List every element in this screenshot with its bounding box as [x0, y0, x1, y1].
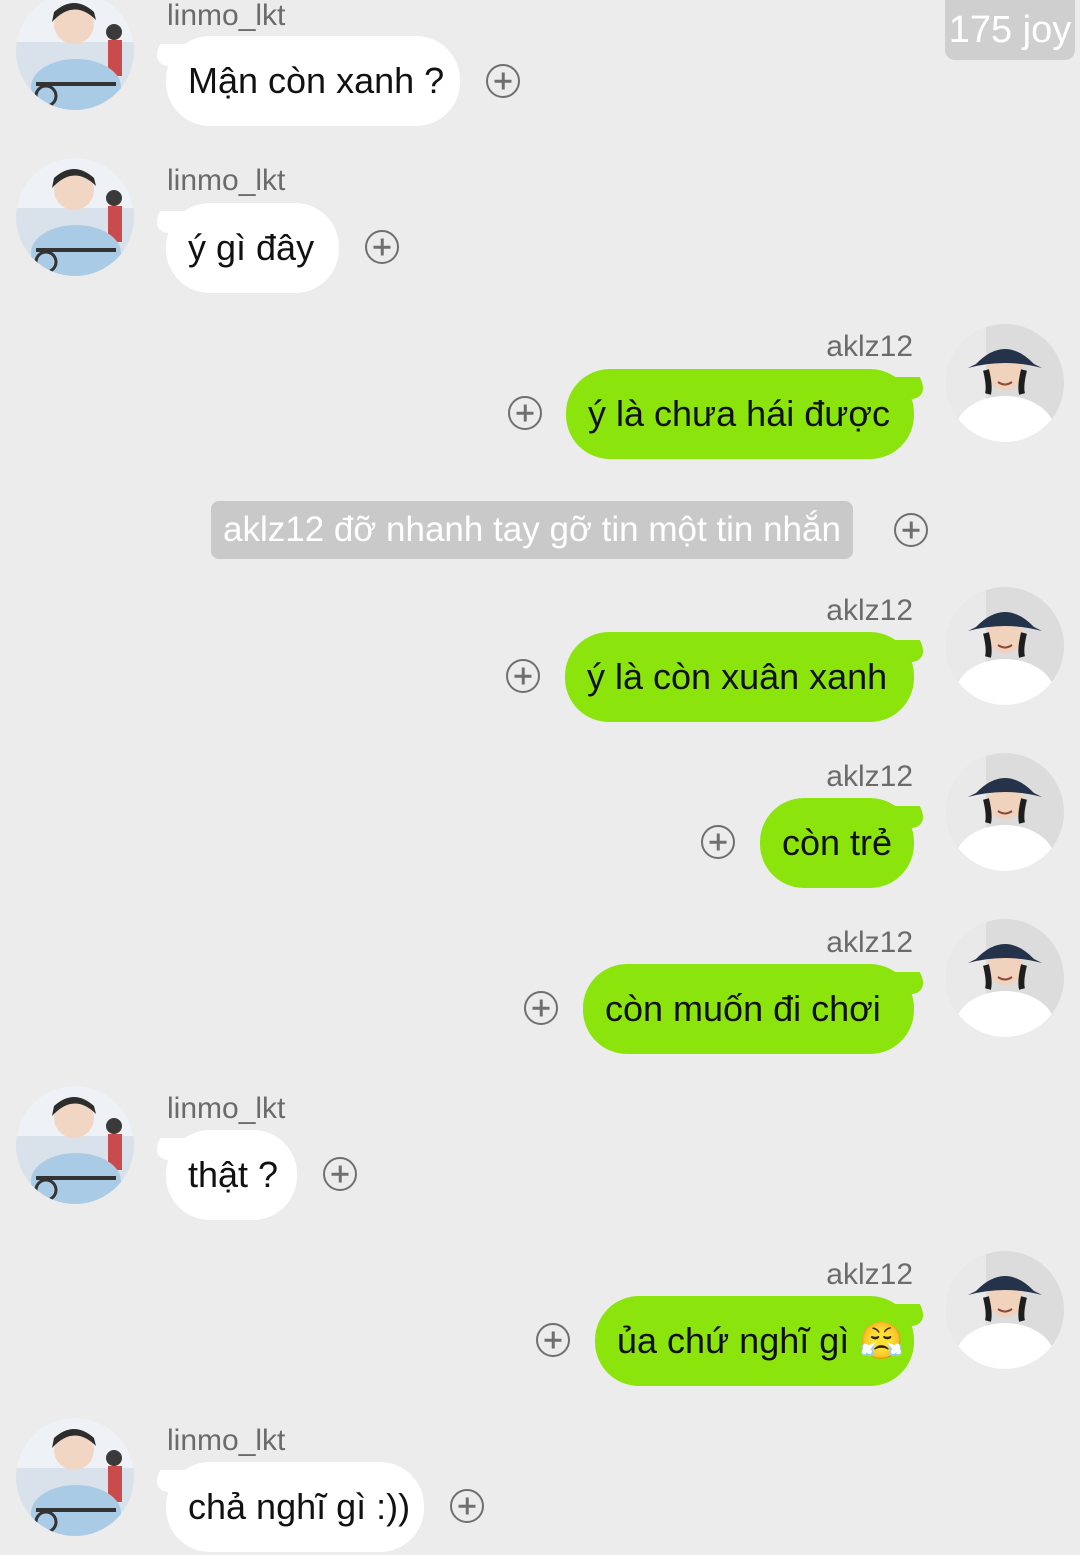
sender-name: aklz12 [826, 594, 913, 627]
plus-circle-icon[interactable] [450, 1489, 484, 1523]
plus-circle-icon[interactable] [365, 230, 399, 264]
plus-circle-icon[interactable] [894, 513, 928, 547]
message-bubble[interactable]: ủa chứ nghĩ gì 😤 [595, 1296, 914, 1386]
plus-circle-icon[interactable] [506, 659, 540, 693]
message-bubble[interactable]: ý là còn xuân xanh [565, 632, 914, 722]
message-bubble[interactable]: ý là chưa hái được [566, 369, 914, 459]
plus-circle-icon[interactable] [323, 1157, 357, 1191]
avatar[interactable] [16, 1086, 134, 1204]
avatar[interactable] [16, 1418, 134, 1536]
message-bubble[interactable]: còn muốn đi chơi [583, 964, 914, 1054]
avatar[interactable] [16, 158, 134, 276]
plus-circle-icon[interactable] [536, 1323, 570, 1357]
message-bubble[interactable]: chả nghĩ gì :)) [166, 1462, 424, 1552]
avatar[interactable] [946, 753, 1064, 871]
avatar[interactable] [16, 0, 134, 110]
sender-name: aklz12 [826, 926, 913, 959]
sender-name: linmo_lkt [167, 1424, 286, 1457]
message-bubble[interactable]: Mận còn xanh ? [166, 36, 460, 126]
system-notice: aklz12 đỡ nhanh tay gỡ tin một tin nhắn [211, 501, 853, 559]
sender-name: linmo_lkt [167, 1092, 286, 1125]
sender-name: aklz12 [826, 330, 913, 363]
message-bubble[interactable]: còn trẻ [760, 798, 914, 888]
sender-name: linmo_lkt [167, 164, 286, 197]
sender-name: aklz12 [826, 1258, 913, 1291]
watermark: 175 joy [945, 0, 1075, 60]
avatar[interactable] [946, 1251, 1064, 1369]
avatar[interactable] [946, 919, 1064, 1037]
message-bubble[interactable]: ý gì đây [166, 203, 339, 293]
sender-name: aklz12 [826, 760, 913, 793]
plus-circle-icon[interactable] [508, 396, 542, 430]
plus-circle-icon[interactable] [701, 825, 735, 859]
message-bubble[interactable]: thật ? [166, 1130, 297, 1220]
avatar[interactable] [946, 324, 1064, 442]
sender-name: linmo_lkt [167, 0, 286, 32]
avatar[interactable] [946, 587, 1064, 705]
plus-circle-icon[interactable] [524, 991, 558, 1025]
plus-circle-icon[interactable] [486, 64, 520, 98]
